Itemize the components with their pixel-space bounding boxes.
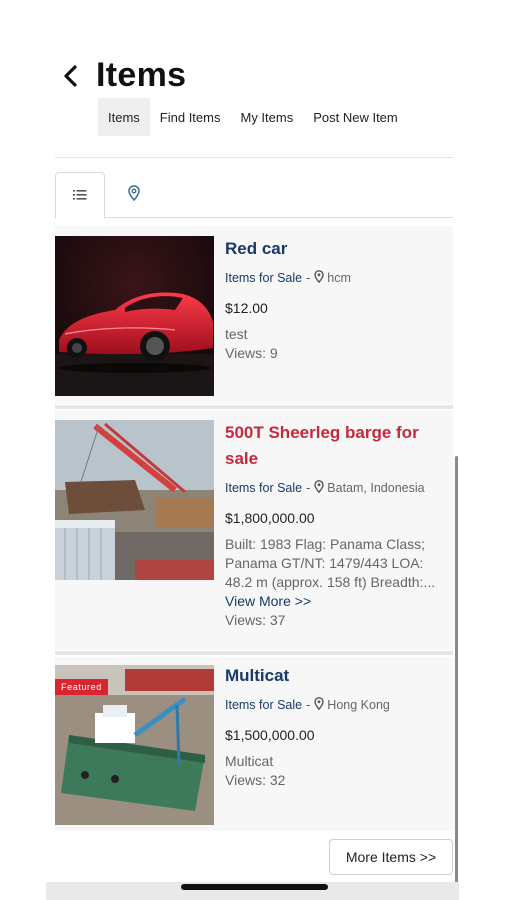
item-description: Multicat	[225, 753, 274, 769]
item-location: Batam, Indonesia	[327, 481, 425, 495]
divider	[55, 157, 453, 158]
item-meta: Items for Sale - Hong Kong	[225, 697, 449, 713]
item-category-link[interactable]: Items for Sale	[225, 481, 302, 495]
item-views: Views: 32	[225, 772, 286, 788]
view-more-link[interactable]: View More >>	[225, 592, 449, 611]
item-info: Red car Items for Sale - hcm $12.00 test…	[225, 226, 449, 363]
home-indicator[interactable]	[181, 884, 328, 890]
item-info: Multicat Items for Sale - Hong Kong $1,5…	[225, 657, 449, 790]
item-price: $1,500,000.00	[225, 727, 315, 743]
divider	[55, 651, 453, 655]
header: Items	[56, 56, 186, 95]
meta-separator: -	[306, 271, 311, 285]
location-pin-icon	[314, 270, 324, 286]
featured-badge: Featured	[55, 679, 108, 695]
list-item[interactable]: 500T Sheerleg barge for sale Items for S…	[55, 410, 453, 650]
item-price: $1,800,000.00	[225, 510, 315, 526]
tab-post-new-item[interactable]: Post New Item	[303, 98, 408, 136]
item-description: test	[225, 326, 248, 342]
list-icon	[73, 187, 87, 205]
map-view-tab[interactable]	[109, 172, 159, 218]
item-meta: Items for Sale - hcm	[225, 270, 449, 286]
tab-items[interactable]: Items	[98, 98, 150, 136]
sub-navigation: Items Find Items My Items Post New Item	[98, 98, 408, 136]
item-image-multicat[interactable]: Featured	[55, 665, 214, 825]
item-category-link[interactable]: Items for Sale	[225, 698, 302, 712]
scrollbar[interactable]	[455, 456, 458, 896]
item-location: hcm	[327, 271, 351, 285]
back-arrow-icon[interactable]	[56, 58, 84, 94]
item-views: Views: 37	[225, 612, 286, 628]
item-title[interactable]: Red car	[225, 236, 449, 262]
item-meta: Items for Sale - Batam, Indonesia	[225, 480, 449, 496]
divider	[55, 405, 453, 409]
tab-my-items[interactable]: My Items	[230, 98, 303, 136]
tab-find-items[interactable]: Find Items	[150, 98, 231, 136]
location-pin-icon	[314, 480, 324, 496]
item-price: $12.00	[225, 300, 268, 316]
item-title[interactable]: 500T Sheerleg barge for sale	[225, 420, 449, 472]
page-title: Items	[96, 56, 187, 94]
item-info: 500T Sheerleg barge for sale Items for S…	[225, 410, 449, 630]
item-views: Views: 9	[225, 345, 278, 361]
item-category-link[interactable]: Items for Sale	[225, 271, 302, 285]
view-toggle-tabs	[55, 172, 453, 219]
location-pin-icon	[314, 697, 324, 713]
list-item[interactable]: Featured Multicat Items for Sale - Hong …	[55, 657, 453, 831]
list-view-tab[interactable]	[55, 172, 105, 219]
item-image-sheerleg-barge[interactable]	[55, 420, 214, 580]
item-location: Hong Kong	[327, 698, 390, 712]
more-items-button[interactable]: More Items >>	[329, 839, 453, 875]
meta-separator: -	[306, 698, 311, 712]
item-image-red-car[interactable]	[55, 236, 214, 396]
item-description: Built: 1983 Flag: Panama Class; Panama G…	[225, 536, 436, 590]
item-title[interactable]: Multicat	[225, 663, 449, 689]
meta-separator: -	[306, 481, 311, 495]
map-pin-icon	[128, 184, 140, 206]
list-item[interactable]: Red car Items for Sale - hcm $12.00 test…	[55, 226, 453, 404]
